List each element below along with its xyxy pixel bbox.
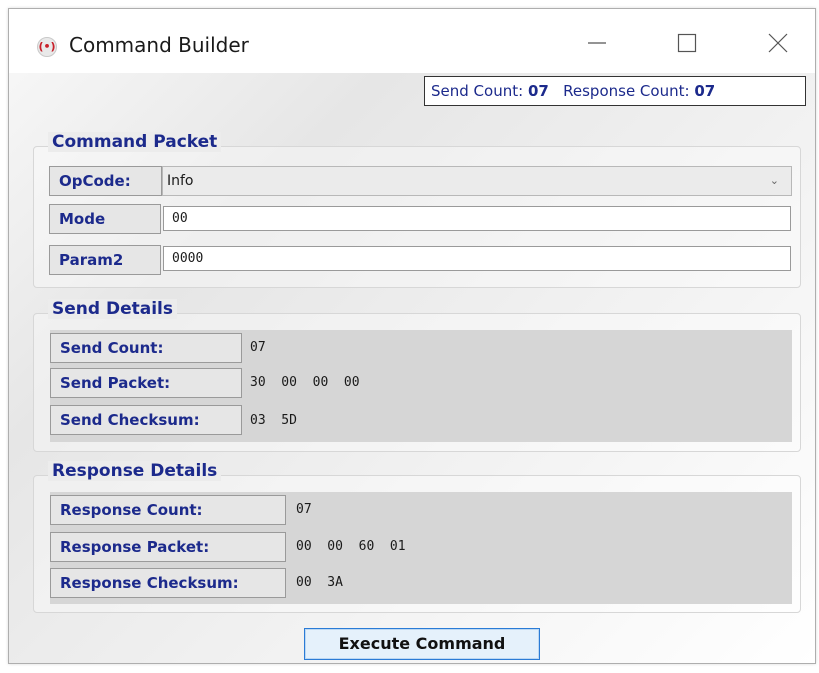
send-count-row-value: 07 xyxy=(250,340,266,355)
send-checksum-row-label: Send Checksum: xyxy=(50,405,242,435)
send-packet-row-value: 30 00 00 00 xyxy=(250,375,360,390)
send-packet-row-label: Send Packet: xyxy=(50,368,242,398)
response-count-row-value: 07 xyxy=(296,502,312,517)
response-details-title: Response Details xyxy=(48,461,222,481)
title-bar[interactable]: (•) Command Builder xyxy=(9,9,815,73)
response-packet-row-value: 00 00 60 01 xyxy=(296,539,406,554)
response-count-label: Response Count: xyxy=(563,82,690,100)
send-count-row-label: Send Count: xyxy=(50,333,242,363)
response-checksum-row-label: Response Checksum: xyxy=(50,568,286,598)
opcode-selected-value: Info xyxy=(167,173,194,189)
opcode-select[interactable]: Info ⌄ xyxy=(162,166,792,196)
close-icon[interactable] xyxy=(755,25,801,61)
param2-label: Param2 xyxy=(49,245,161,275)
param2-input[interactable]: 0000 xyxy=(163,246,791,271)
execute-command-button[interactable]: Execute Command xyxy=(304,628,540,660)
response-count-row-label: Response Count: xyxy=(50,495,286,525)
app-logo-icon: (•) xyxy=(37,37,57,57)
response-checksum-row-value: 00 3A xyxy=(296,575,343,590)
mode-input[interactable]: 00 xyxy=(163,206,791,231)
send-count-label: Send Count: xyxy=(431,82,524,100)
opcode-label: OpCode: xyxy=(49,166,162,196)
command-packet-title: Command Packet xyxy=(48,132,222,152)
chevron-down-icon: ⌄ xyxy=(769,174,779,187)
window-title: Command Builder xyxy=(69,33,249,57)
send-details-title: Send Details xyxy=(48,299,177,319)
minimize-icon[interactable] xyxy=(574,25,620,61)
counts-summary: Send Count: 07 Response Count: 07 xyxy=(424,76,806,106)
mode-label: Mode xyxy=(49,204,161,234)
send-count-value: 07 xyxy=(527,82,549,100)
response-packet-row-label: Response Packet: xyxy=(50,532,286,562)
maximize-icon[interactable] xyxy=(664,25,710,61)
response-count-value: 07 xyxy=(694,82,716,100)
send-checksum-row-value: 03 5D xyxy=(250,413,297,428)
